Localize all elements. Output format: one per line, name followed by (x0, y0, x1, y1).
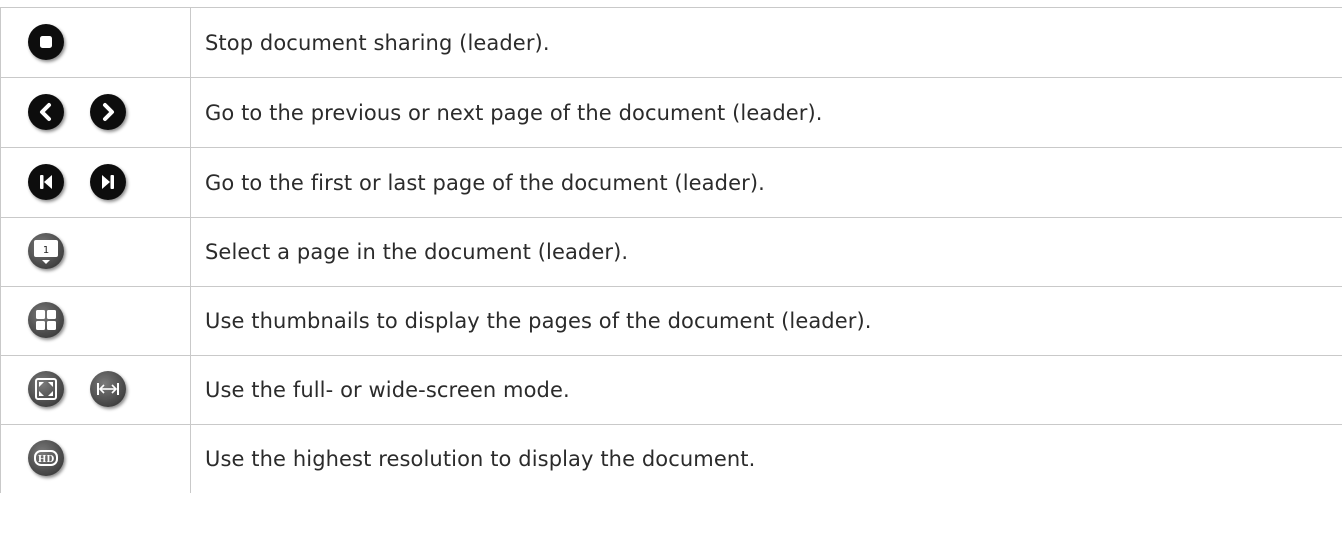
hd-resolution-icon[interactable]: HD (27, 439, 67, 479)
full-screen-icon[interactable] (27, 370, 67, 410)
page-select-number: 1 (43, 245, 49, 256)
table-row: Use the full- or wide-screen mode. (0, 355, 1342, 425)
row-description: Use the full- or wide-screen mode. (190, 355, 1342, 425)
stop-icon[interactable] (27, 23, 67, 63)
icon-cell (0, 77, 191, 148)
table-row: HD Use the highest resolution to display… (0, 424, 1342, 493)
table-row: Stop document sharing (leader). (0, 7, 1342, 78)
page-select-icon[interactable]: 1 (27, 232, 67, 272)
thumbnails-icon[interactable] (27, 301, 67, 341)
table-row: Go to the previous or next page of the d… (0, 77, 1342, 148)
hd-label: HD (38, 455, 55, 465)
icon-description-table: Stop document sharing (leader). Go to th… (0, 7, 1342, 493)
table-row: Go to the first or last page of the docu… (0, 147, 1342, 218)
row-description: Use the highest resolution to display th… (190, 424, 1342, 493)
row-description: Go to the previous or next page of the d… (190, 77, 1342, 148)
icon-cell (0, 7, 191, 78)
table-row: Use thumbnails to display the pages of t… (0, 286, 1342, 356)
row-description: Select a page in the document (leader). (190, 217, 1342, 287)
row-description: Stop document sharing (leader). (190, 7, 1342, 78)
next-page-icon[interactable] (89, 93, 129, 133)
last-page-icon[interactable] (89, 163, 129, 203)
icon-cell: HD (0, 424, 191, 493)
row-description: Use thumbnails to display the pages of t… (190, 286, 1342, 356)
icon-cell (0, 147, 191, 218)
previous-page-icon[interactable] (27, 93, 67, 133)
icon-cell: 1 (0, 217, 191, 287)
icon-cell (0, 355, 191, 425)
row-description: Go to the first or last page of the docu… (190, 147, 1342, 218)
table-row: 1 Select a page in the document (leader)… (0, 217, 1342, 287)
icon-cell (0, 286, 191, 356)
first-page-icon[interactable] (27, 163, 67, 203)
wide-screen-icon[interactable] (89, 370, 129, 410)
